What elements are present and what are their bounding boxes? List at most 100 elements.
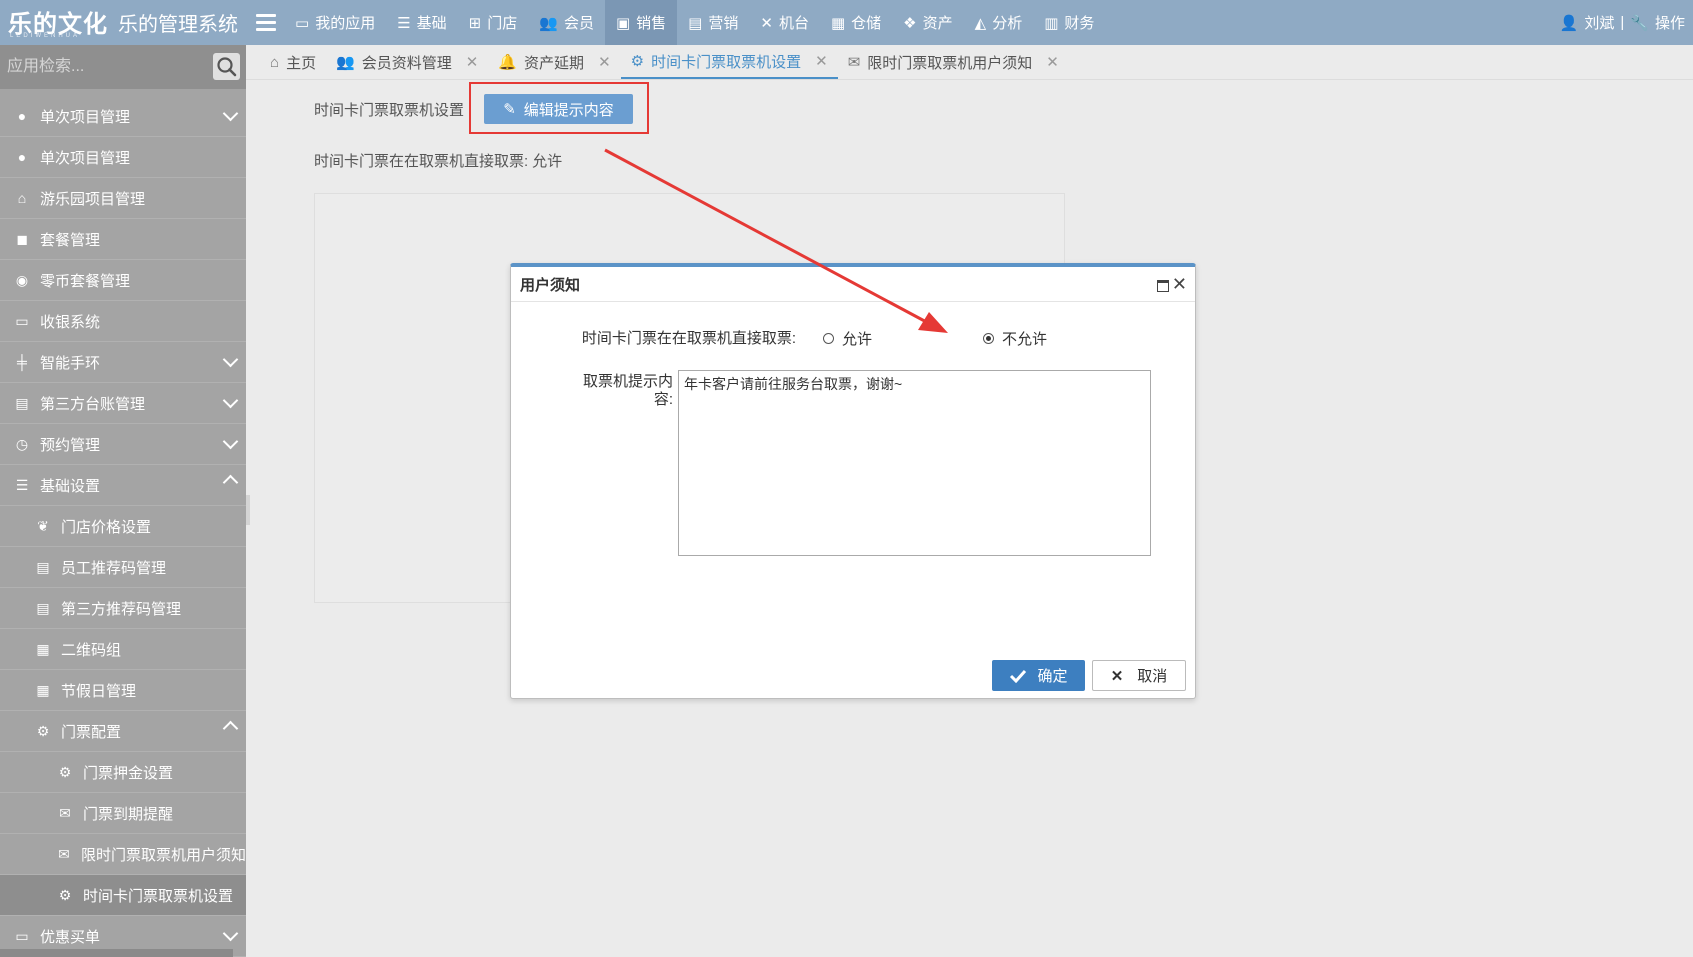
home-icon: ⌂ (270, 53, 280, 71)
prompt-textarea[interactable]: 年卡客户请前往服务台取票，谢谢~ (678, 370, 1151, 556)
section-label: 时间卡门票取票机设置 (314, 102, 465, 119)
nav-member[interactable]: 👥 会员 (528, 0, 605, 45)
app-search-input[interactable] (0, 57, 209, 77)
tab-timecard-ticket-machine[interactable]: ⚙ 时间卡门票取票机设置 ✕ (620, 45, 838, 79)
carousel-icon: ⌂ (17, 190, 27, 206)
status-value: 允许 (532, 153, 563, 170)
radio-allow[interactable]: 允许 (823, 328, 872, 349)
user-area: 👤 刘斌 | 🔧 操作 (1560, 0, 1685, 45)
database-icon: ☰ (397, 14, 411, 32)
calendar-icon: ▦ (36, 681, 50, 698)
ledger-icon: ▤ (15, 394, 29, 411)
logo-subtext: LEDIWENHUA (10, 33, 81, 39)
logo: 乐的文化 LEDIWENHUA (0, 0, 112, 45)
sidebar-item-single-project[interactable]: ● 单次项目管理 (0, 137, 246, 178)
joystick-icon: ✕ (760, 14, 773, 32)
wristband-icon: ╪ (17, 354, 27, 370)
chevron-up-icon (222, 474, 239, 491)
maximize-icon[interactable] (1157, 280, 1169, 292)
sidebar-item-third-party-ledger[interactable]: ▤ 第三方台账管理 (0, 383, 246, 424)
user-notice-dialog: 用户须知 ✕ 时间卡门票在在取票机直接取票: 允许 不允许 取票机提示内 容: … (510, 263, 1196, 699)
confirm-button[interactable]: 确定 (992, 660, 1085, 691)
menu-toggle-icon[interactable] (256, 14, 276, 31)
close-icon[interactable]: ✕ (598, 53, 611, 71)
nav-store[interactable]: ⊞ 门店 (458, 0, 529, 45)
nav-finance[interactable]: ▥ 财务 (1033, 0, 1105, 45)
sidebar-item-wristband[interactable]: ╪ 智能手环 (0, 342, 246, 383)
users-icon: 👥 (539, 14, 558, 32)
nav-machine[interactable]: ✕ 机台 (749, 0, 820, 45)
gear-icon: ⚙ (58, 886, 72, 903)
database-icon: ☰ (15, 476, 29, 493)
close-icon[interactable]: ✕ (1046, 53, 1059, 71)
gamepad-icon: ● (17, 149, 27, 165)
nav-warehouse[interactable]: ▦ 仓储 (820, 0, 892, 45)
system-title: 乐的管理系统 (118, 14, 238, 36)
user-name[interactable]: 刘斌 (1584, 12, 1614, 33)
gear-icon: ⚙ (58, 763, 72, 780)
nav-basic[interactable]: ☰ 基础 (386, 0, 457, 45)
sidebar-item-cashier[interactable]: ▭ 收银系统 (0, 301, 246, 342)
tab-timed-ticket-notice[interactable]: ✉ 限时门票取票机用户须知 ✕ (838, 45, 1069, 79)
wrench-icon: 🔧 (1630, 14, 1649, 32)
clock-icon: ◷ (15, 435, 29, 452)
briefcase-icon: ▣ (615, 14, 631, 32)
radio-disallow[interactable]: 不允许 (983, 328, 1047, 349)
sidebar-item-amusement-park[interactable]: ⌂ 游乐园项目管理 (0, 178, 246, 219)
bell-icon: 🔔 (498, 54, 518, 71)
envelope-icon: ✉ (58, 845, 70, 862)
sidebar-item-coin-packages[interactable]: ◉ 零币套餐管理 (0, 260, 246, 301)
sidebar-item-staff-referral[interactable]: ▤ 员工推荐码管理 (0, 547, 246, 588)
sidebar-item-reservation[interactable]: ◷ 预约管理 (0, 424, 246, 465)
top-nav: ▭ 我的应用 ☰ 基础 ⊞ 门店 👥 会员 ▣ 销售 ▤ 营销 ✕ 机台 ▦ 仓储 ❖ 资产 ◭ 分… (284, 0, 1105, 45)
sidebar-scrollbar[interactable] (0, 949, 233, 957)
chevron-down-icon (222, 351, 239, 368)
calculator-icon: ▥ (1044, 14, 1059, 32)
chevron-down-icon (222, 392, 239, 409)
chevron-down-icon (222, 925, 239, 942)
nav-sales[interactable]: ▣ 销售 (604, 0, 678, 45)
envelope-icon: ✉ (847, 54, 861, 71)
laptop-icon: ▭ (15, 312, 29, 329)
shopping-bag-icon: ◼ (16, 230, 28, 247)
presentation-icon: ▤ (688, 14, 703, 32)
sidebar-item-ticket-config[interactable]: ⚙ 门票配置 (0, 711, 246, 752)
radio-checked-icon (983, 333, 994, 344)
sidebar-item-store-price[interactable]: ❦ 门店价格设置 (0, 506, 246, 547)
sidebar-item-packages[interactable]: ◼ 套餐管理 (0, 219, 246, 260)
sidebar-item-single-project-group[interactable]: ● 单次项目管理 (0, 96, 246, 137)
users-icon: 👥 (336, 54, 355, 71)
tab-bar: ⌂ 主页 👥 会员资料管理 ✕ 🔔 资产延期 ✕ ⚙ 时间卡门票取票机设置 ✕ ✉ 限时门票取票… (246, 45, 1693, 80)
close-icon[interactable]: ✕ (815, 52, 828, 70)
sidebar-item-third-party-referral[interactable]: ▤ 第三方推荐码管理 (0, 588, 246, 629)
nav-my-apps[interactable]: ▭ 我的应用 (284, 0, 386, 45)
sidebar-item-timecard-ticket-machine[interactable]: ⚙ 时间卡门票取票机设置 (0, 875, 246, 916)
search-icon (217, 57, 237, 77)
app-search (0, 45, 246, 89)
archive-icon: ▦ (830, 14, 846, 32)
gamepad-icon: ● (17, 108, 27, 124)
tab-asset-extension[interactable]: 🔔 资产延期 ✕ (488, 45, 620, 79)
operation-menu[interactable]: 操作 (1655, 12, 1685, 33)
sidebar-item-timed-ticket-notice[interactable]: ✉ 限时门票取票机用户须知 (0, 834, 246, 875)
tab-home[interactable]: ⌂ 主页 (260, 45, 326, 79)
nav-assets[interactable]: ❖ 资产 (892, 0, 963, 45)
sidebar-item-basic-settings[interactable]: ☰ 基础设置 (0, 465, 246, 506)
sidebar-item-qrcode-group[interactable]: ▦ 二维码组 (0, 629, 246, 670)
search-button[interactable] (213, 53, 240, 80)
area-chart-icon: ◭ (974, 14, 987, 32)
sidebar-item-ticket-expiry[interactable]: ✉ 门票到期提醒 (0, 793, 246, 834)
gear-icon: ⚙ (630, 53, 645, 70)
nav-analysis[interactable]: ◭ 分析 (964, 0, 1034, 45)
close-icon[interactable]: ✕ (466, 53, 479, 71)
sidebar-item-ticket-deposit[interactable]: ⚙ 门票押金设置 (0, 752, 246, 793)
separator: | (1620, 14, 1625, 31)
option-label: 时间卡门票在在取票机直接取票: (581, 330, 796, 347)
tab-member-data[interactable]: 👥 会员资料管理 ✕ (326, 45, 488, 79)
nav-marketing[interactable]: ▤ 营销 (677, 0, 749, 45)
close-icon[interactable]: ✕ (1172, 274, 1187, 295)
sidebar-item-holidays[interactable]: ▦ 节假日管理 (0, 670, 246, 711)
cancel-button[interactable]: ✕ 取消 (1092, 660, 1186, 691)
sidebar-collapse-handle[interactable] (246, 495, 250, 525)
prompt-label: 取票机提示内 容: (582, 373, 673, 408)
